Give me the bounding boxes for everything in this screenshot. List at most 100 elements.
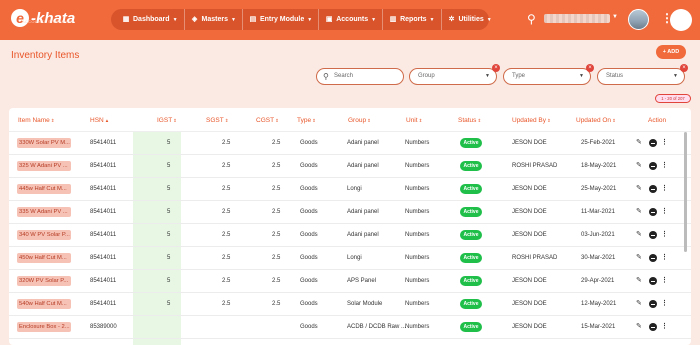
group-cell: Longi <box>347 186 362 192</box>
item-name[interactable]: 540w Half Cut M... <box>17 299 71 309</box>
table-row[interactable]: 450w Half Cut M... 85414011 5 2.5 2.5 Goods Lo… <box>9 247 691 270</box>
sort-icon: ⇕ <box>418 118 423 123</box>
item-name[interactable]: Enclosure Box - 2... <box>17 322 71 332</box>
table-row[interactable]: 340 W PV Solar P... 85414011 5 2.5 2.5 Goods A… <box>9 224 691 247</box>
delete-icon[interactable] <box>649 254 657 262</box>
item-name[interactable]: 325 W Adani PV ... <box>17 161 71 171</box>
edit-icon[interactable]: ✎ <box>636 276 642 284</box>
delete-icon[interactable] <box>649 208 657 216</box>
sgst-cell: 2.5 <box>222 278 231 284</box>
nav-accounts[interactable]: ▣ Accounts ▼ <box>319 9 384 30</box>
unit-cell: Numbers <box>405 186 430 192</box>
clear-icon[interactable]: × <box>492 64 500 72</box>
more-vertical-icon[interactable]: ⋮ <box>661 299 668 307</box>
more-vertical-icon[interactable]: ⋮ <box>661 322 668 330</box>
layers-icon: ◈ <box>191 15 198 23</box>
more-vertical-icon[interactable]: ⋮ <box>661 184 668 192</box>
edit-icon[interactable]: ✎ <box>636 138 642 146</box>
item-name[interactable]: 320W PV Solar P... <box>17 276 71 286</box>
edit-icon[interactable]: ✎ <box>636 253 642 261</box>
table-scrollbar[interactable] <box>684 132 687 252</box>
type-cell: Goods <box>300 324 318 330</box>
delete-icon[interactable] <box>649 185 657 193</box>
table-row[interactable]: 335 W Adani PV ... 85414011 5 2.5 2.5 Goods Ad… <box>9 201 691 224</box>
item-name[interactable]: 340 W PV Solar P... <box>17 230 71 240</box>
header-group[interactable]: Group⇕ <box>348 117 371 124</box>
more-vertical-icon[interactable]: ⋮ <box>661 138 668 146</box>
chevron-down-icon: ▼ <box>579 73 584 79</box>
type-cell: Goods <box>300 255 318 261</box>
more-vertical-icon[interactable]: ⋮ <box>661 161 668 169</box>
header-sgst[interactable]: SGST⇕ <box>206 117 228 124</box>
igst-cell: 5 <box>167 163 171 169</box>
user-name-redacted[interactable] <box>544 14 610 23</box>
header-igst[interactable]: IGST⇕ <box>157 117 177 124</box>
header-item-name[interactable]: Item Name⇕ <box>18 117 55 124</box>
item-name[interactable]: 445w Half Cut M... <box>17 184 71 194</box>
delete-icon[interactable] <box>649 277 657 285</box>
more-vertical-icon[interactable]: ⋮ <box>661 276 668 284</box>
hsn-cell: 85414011 <box>90 140 117 146</box>
header-unit[interactable]: Unit⇕ <box>406 117 422 124</box>
updated-on-cell: 11-Mar-2021 <box>581 209 615 215</box>
table-row[interactable]: Enclosure Box - 2... 85389000 Goods ACDB / … <box>9 316 691 339</box>
sort-icon: ⇕ <box>275 118 279 123</box>
nav-masters[interactable]: ◈ Masters ▼ <box>185 9 243 30</box>
edit-icon[interactable]: ✎ <box>636 299 642 307</box>
table-row[interactable]: 325 W Adani PV ... 85414011 5 2.5 2.5 Goods Ad… <box>9 155 691 178</box>
item-name[interactable]: 335 W Adani PV ... <box>17 207 71 217</box>
type-select[interactable]: Type ▼ × <box>503 64 594 85</box>
group-cell: Adani panel <box>347 140 379 146</box>
sort-icon: ⇕ <box>367 118 371 123</box>
delete-icon[interactable] <box>649 300 657 308</box>
avatar[interactable] <box>628 9 649 30</box>
nav-reports[interactable]: ▥ Reports ▼ <box>383 9 442 30</box>
profile-avatar[interactable] <box>670 9 692 31</box>
header-hsn[interactable]: HSN▲ <box>90 117 109 124</box>
more-vertical-icon[interactable]: ⋮ <box>661 230 668 238</box>
search-icon[interactable]: ⚲ <box>527 12 536 26</box>
edit-icon[interactable]: ✎ <box>636 322 642 330</box>
table-row[interactable]: 445w Half Cut M... 85414011 5 2.5 2.5 Goods Lo… <box>9 178 691 201</box>
search-input[interactable]: ⚲ Search <box>316 68 404 85</box>
group-select[interactable]: Group ▼ × <box>409 64 500 85</box>
status-badge: Active <box>460 161 482 171</box>
status-select[interactable]: Status ▼ × <box>597 64 688 85</box>
item-name[interactable]: 330W Solar PV M... <box>17 138 71 148</box>
item-name[interactable]: 450w Half Cut M... <box>17 253 71 263</box>
nav-entry-module[interactable]: ▤ Entry Module ▼ <box>243 9 320 30</box>
header-cgst[interactable]: CGST⇕ <box>256 117 279 124</box>
table-row[interactable]: 330W Solar PV M... 85414011 5 2.5 2.5 Goods Ad… <box>9 132 691 155</box>
chevron-down-icon[interactable]: ▼ <box>612 14 618 20</box>
more-vertical-icon[interactable]: ⋮ <box>661 207 668 215</box>
updated-by-cell: ROSHI PRASAD <box>512 255 558 261</box>
delete-icon[interactable] <box>649 162 657 170</box>
nav-label: Masters <box>201 16 228 23</box>
nav-dashboard[interactable]: ▦ Dashboard ▼ <box>116 9 185 30</box>
status-badge: Active <box>460 230 482 240</box>
brand-logo[interactable]: e -khata <box>11 9 75 27</box>
header-updated-on[interactable]: Updated On⇕ <box>576 117 616 124</box>
clear-icon[interactable]: × <box>680 64 688 72</box>
edit-icon[interactable]: ✎ <box>636 161 642 169</box>
edit-icon[interactable]: ✎ <box>636 207 642 215</box>
clear-icon[interactable]: × <box>586 64 594 72</box>
delete-icon[interactable] <box>649 231 657 239</box>
updated-on-cell: 25-May-2021 <box>581 186 617 192</box>
delete-icon[interactable] <box>649 139 657 147</box>
table-row[interactable]: 320W PV Solar P... 85414011 5 2.5 2.5 Goods AP… <box>9 270 691 293</box>
delete-icon[interactable] <box>649 323 657 331</box>
header-updated-by[interactable]: Updated By⇕ <box>512 117 551 124</box>
add-button[interactable]: + ADD <box>656 45 686 59</box>
status-badge: Active <box>460 138 482 148</box>
header-type[interactable]: Type⇕ <box>297 117 316 124</box>
nav-utilities[interactable]: ✲ Utilities ▼ <box>442 9 498 30</box>
search-icon: ⚲ <box>323 72 329 81</box>
igst-cell: 5 <box>167 255 171 261</box>
edit-icon[interactable]: ✎ <box>636 184 642 192</box>
more-vertical-icon[interactable]: ⋮ <box>661 253 668 261</box>
hsn-cell: 85414011 <box>90 278 117 284</box>
header-status[interactable]: Status⇕ <box>458 117 481 124</box>
table-row[interactable]: 540w Half Cut M... 85414011 5 2.5 2.5 Goods So… <box>9 293 691 316</box>
edit-icon[interactable]: ✎ <box>636 230 642 238</box>
